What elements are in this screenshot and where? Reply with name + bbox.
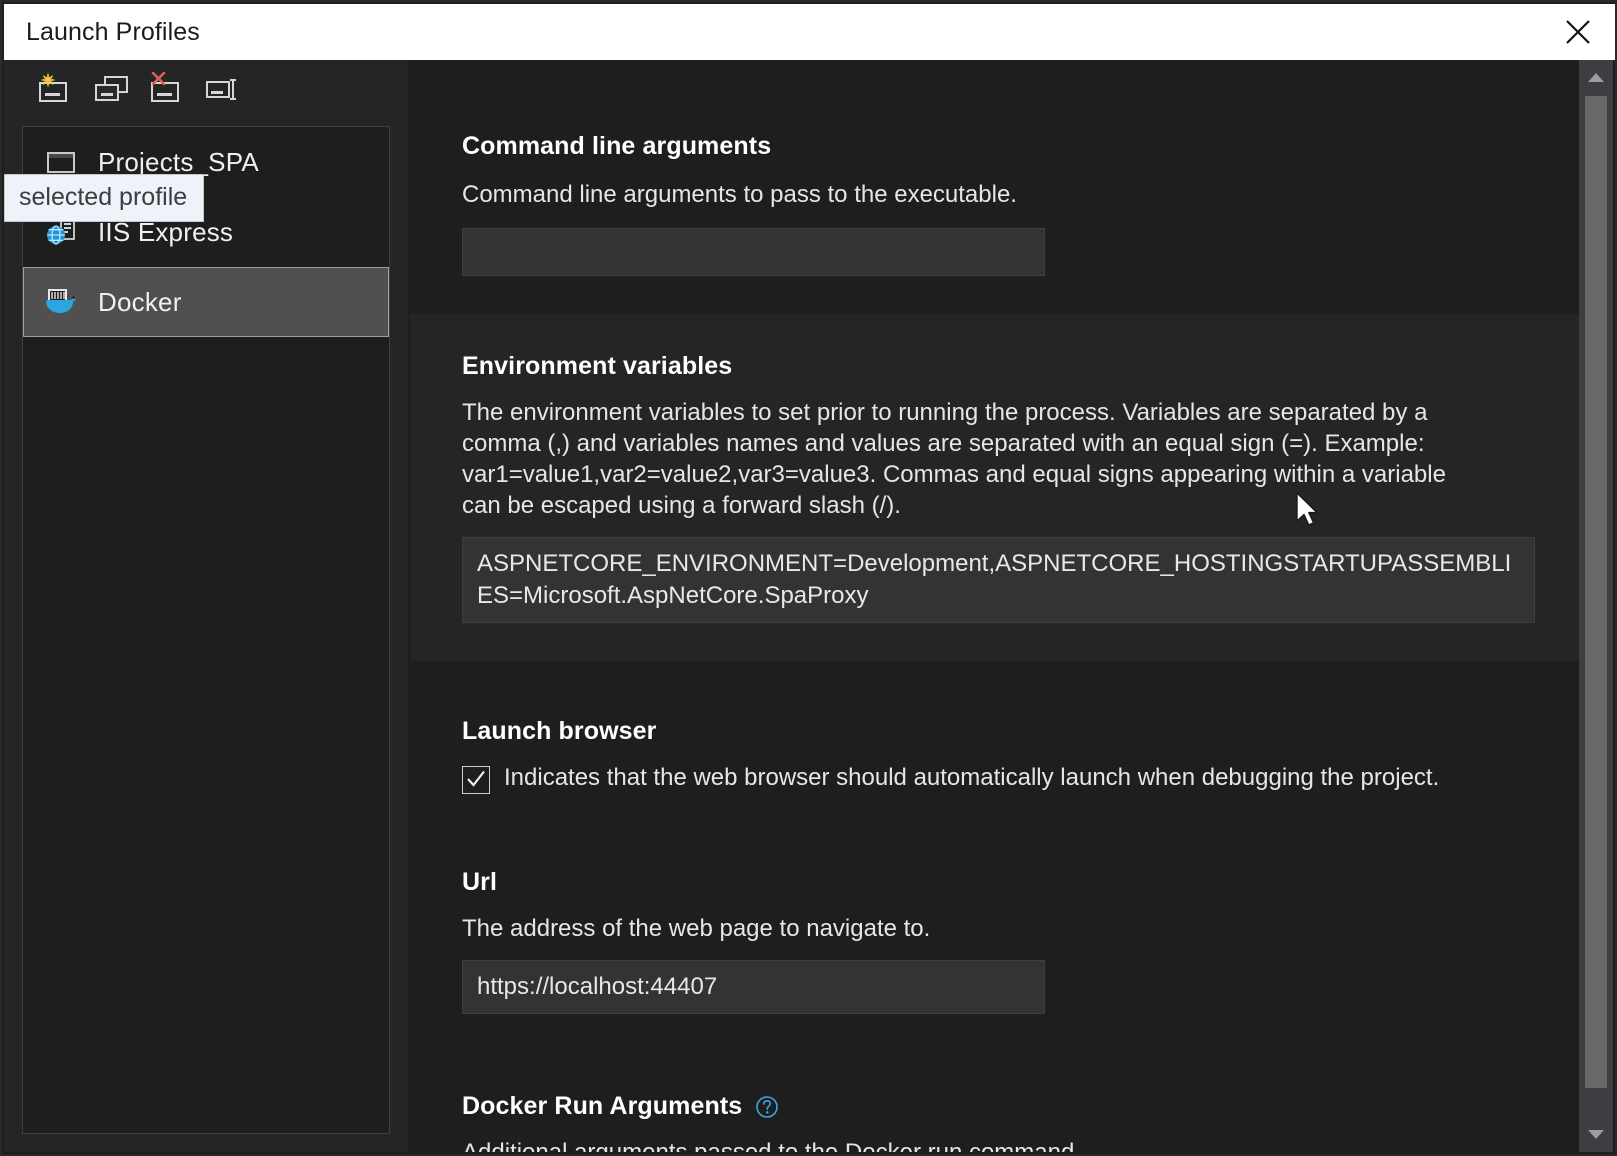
docker-whale-icon [42, 285, 82, 319]
new-profile-button[interactable] [30, 67, 82, 111]
help-circle-icon[interactable] [754, 1094, 780, 1120]
settings-sections: Command line arguments Command line argu… [410, 60, 1579, 1152]
section-title-text: Command line arguments [462, 132, 771, 161]
new-profile-icon [37, 72, 75, 106]
section-description: The address of the web page to navigate … [462, 913, 1522, 944]
checkmark-icon [465, 768, 487, 790]
section-title: Command line arguments [462, 132, 1579, 161]
profile-list-item-docker[interactable]: Docker [23, 267, 389, 337]
close-button[interactable] [1547, 4, 1609, 60]
vertical-scrollbar[interactable] [1579, 60, 1613, 1152]
section-description: Command line arguments to pass to the ex… [462, 179, 1522, 210]
delete-profile-button[interactable] [142, 67, 194, 111]
environment-variables-input[interactable]: ASPNETCORE_ENVIRONMENT=Development,ASPNE… [462, 537, 1535, 623]
section-title-text: Url [462, 868, 497, 897]
section-description: The environment variables to set prior t… [462, 397, 1462, 521]
launch-browser-checkbox-label: Indicates that the web browser should au… [504, 762, 1439, 794]
duplicate-profile-button[interactable] [86, 67, 138, 111]
selected-profile-tooltip: selected profile [4, 174, 204, 222]
scroll-down-button[interactable] [1579, 1118, 1613, 1152]
profile-list[interactable]: Projects_SPA IIS Express [22, 126, 390, 1134]
section-title-text: Docker Run Arguments [462, 1092, 742, 1121]
scroll-up-arrow-icon [1587, 71, 1605, 83]
section-docker-run-arguments: Docker Run Arguments Additional argument… [410, 1048, 1579, 1152]
url-input[interactable]: https://localhost:44407 [462, 960, 1045, 1014]
launch-browser-checkbox-row[interactable]: Indicates that the web browser should au… [462, 762, 1579, 794]
profiles-toolbar [4, 60, 408, 118]
section-command-line-arguments: Command line arguments Command line argu… [410, 60, 1579, 314]
launch-browser-checkbox[interactable] [462, 766, 490, 794]
rename-profile-icon [205, 72, 243, 106]
section-launch-browser: Launch browser Indicates that the web br… [410, 661, 1579, 824]
section-title: Url [462, 868, 1579, 897]
section-title: Launch browser [462, 717, 1579, 746]
scrollbar-thumb[interactable] [1585, 96, 1607, 1088]
rename-profile-button[interactable] [198, 67, 250, 111]
section-environment-variables: Environment variables The environment va… [410, 314, 1579, 661]
duplicate-profile-icon [93, 72, 131, 106]
close-icon [1563, 17, 1593, 47]
scroll-up-button[interactable] [1579, 60, 1613, 94]
scroll-down-arrow-icon [1587, 1129, 1605, 1141]
profiles-pane: Projects_SPA IIS Express [4, 60, 408, 1152]
section-title-text: Environment variables [462, 352, 732, 381]
profile-label: Projects_SPA [98, 147, 259, 178]
page-title: Launch Profiles [26, 18, 200, 47]
section-url: Url The address of the web page to navig… [410, 824, 1579, 1048]
title-bar: Launch Profiles [4, 4, 1617, 60]
section-title-text: Launch browser [462, 717, 657, 746]
section-title: Docker Run Arguments [462, 1092, 1579, 1121]
profile-settings-pane: Command line arguments Command line argu… [410, 60, 1613, 1152]
section-title: Environment variables [462, 352, 1579, 381]
launch-profiles-dialog: Launch Profiles [0, 0, 1617, 1156]
section-description: Additional arguments passed to the Docke… [462, 1137, 1522, 1152]
profile-label: Docker [98, 287, 182, 318]
delete-profile-icon [149, 72, 187, 106]
command-line-arguments-input[interactable] [462, 228, 1045, 276]
